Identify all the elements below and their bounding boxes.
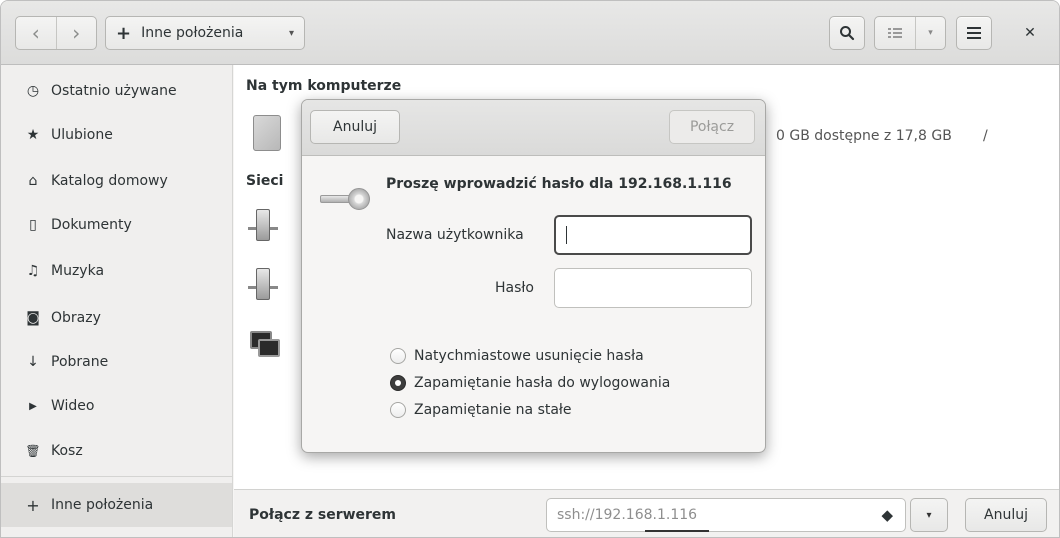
forward-button[interactable]: › [55,17,97,49]
hamburger-menu-icon [967,27,981,39]
connect-to-server-label: Połącz z serwerem [249,507,397,523]
drive-space-info: 0 GB dostępne z 17,8 GB [776,128,952,144]
radio-label: Natychmiastowe usunięcie hasła [414,348,644,364]
section-title-networks: Sieci [246,173,284,189]
close-icon: ✕ [1024,25,1036,41]
sidebar-item-home[interactable]: ⌂ Katalog domowy [1,159,232,203]
download-arrow-icon: ↓ [27,354,39,370]
dialog-header: Anuluj Połącz [302,100,765,156]
sidebar-item-label: Wideo [51,398,95,414]
password-input[interactable] [554,268,752,308]
sidebar-item-label: Dokumenty [51,217,132,233]
plus-icon: + [26,495,40,515]
username-label: Nazwa użytkownika [386,227,524,243]
sidebar-item-trash[interactable]: 🗑 Kosz [1,429,232,473]
text-cursor [566,226,567,244]
view-options-dropdown[interactable]: ▾ [915,17,945,49]
radio-label: Zapamiętanie hasła do wylogowania [414,375,671,391]
server-address-value: ssh://192.168.1.116 [557,507,698,523]
sidebar-item-label: Muzyka [51,263,105,279]
navigation-buttons: ‹ › [15,16,97,50]
sidebar-item-label: Kosz [51,443,83,459]
username-input[interactable] [554,215,752,255]
sidebar-item-pictures[interactable]: ◙ Obrazy [1,296,232,340]
sidebar-item-music[interactable]: ♫ Muzyka [1,249,232,293]
dialog-connect-button[interactable]: Połącz [669,110,755,144]
network-computers-icon [250,331,282,361]
radio-remember-forever[interactable]: Zapamiętanie na stałe [390,399,572,421]
hard-drive-icon [253,115,281,151]
radio-remember-until-logout[interactable]: Zapamiętanie hasła do wylogowania [390,372,670,394]
camera-icon: ◙ [26,310,40,326]
radio-forget-immediately[interactable]: Natychmiastowe usunięcie hasła [390,345,644,367]
sidebar-item-other-locations[interactable]: + Inne położenia [1,483,232,527]
sidebar-item-label: Katalog domowy [51,173,168,189]
password-label: Hasło [495,280,534,296]
connect-to-server-bar: Połącz z serwerem ssh://192.168.1.116 ◆ … [234,489,1059,537]
sidebar-item-label: Inne położenia [51,497,154,513]
dialog-title: Proszę wprowadzić hasło dla 192.168.1.11… [386,176,732,192]
view-toggle: ▾ [874,16,946,50]
video-icon: ▶ [29,400,37,412]
view-list-button[interactable] [875,17,915,49]
sidebar-item-label: Obrazy [51,310,101,326]
star-icon: ★ [26,127,40,143]
path-label: Inne położenia [141,25,244,41]
sidebar-item-recent[interactable]: ◷ Ostatnio używane [1,69,232,113]
window-close-button[interactable]: ✕ [1017,21,1043,45]
document-icon: ▯ [29,217,37,233]
path-bar-button[interactable]: + Inne położenia ▾ [105,16,305,50]
trash-icon: 🗑 [25,444,41,458]
sidebar-item-label: Ulubione [51,127,113,143]
back-button[interactable]: ‹ [16,17,56,49]
sidebar-item-downloads[interactable]: ↓ Pobrane [1,340,232,384]
spelling-underline [645,530,709,532]
section-title-computer: Na tym komputerze [246,78,402,94]
search-icon [840,26,855,41]
key-icon [320,188,370,210]
radio-label: Zapamiętanie na stałe [414,402,572,418]
cancel-button[interactable]: Anuluj [965,498,1047,532]
chevron-down-icon: ▾ [928,28,933,38]
list-view-icon [888,28,902,38]
music-icon: ♫ [26,263,40,279]
server-address-input[interactable]: ssh://192.168.1.116 ◆ [546,498,906,532]
drive-mount-path: / [983,128,988,144]
radio-button-checked[interactable] [390,375,406,391]
plus-icon: + [116,22,132,44]
help-icon[interactable]: ◆ [881,506,893,524]
chevron-left-icon: ‹ [31,21,40,45]
dialog-cancel-button[interactable]: Anuluj [310,110,400,144]
sidebar: ◷ Ostatnio używane ★ Ulubione ⌂ Katalog dom… [1,65,233,537]
sidebar-item-starred[interactable]: ★ Ulubione [1,113,232,157]
sidebar-item-label: Pobrane [51,354,109,370]
sidebar-item-videos[interactable]: ▶ Wideo [1,384,232,428]
recent-servers-dropdown[interactable]: ▾ [910,498,948,532]
chevron-down-icon: ▾ [288,27,294,39]
sidebar-separator [1,476,232,477]
radio-button[interactable] [390,348,406,364]
home-icon: ⌂ [28,173,38,189]
sidebar-item-documents[interactable]: ▯ Dokumenty [1,203,232,247]
radio-button[interactable] [390,402,406,418]
sidebar-item-label: Ostatnio używane [51,83,177,99]
chevron-right-icon: › [72,21,81,45]
header-bar: ‹ › + Inne położenia ▾ ▾ ✕ [1,1,1059,65]
network-server-icon [248,268,278,302]
chevron-down-icon: ▾ [926,509,932,521]
menu-button[interactable] [956,16,992,50]
clock-icon: ◷ [26,83,40,99]
search-button[interactable] [829,16,865,50]
network-server-icon [248,209,278,243]
password-dialog: Anuluj Połącz Proszę wprowadzić hasło dl… [301,99,766,453]
